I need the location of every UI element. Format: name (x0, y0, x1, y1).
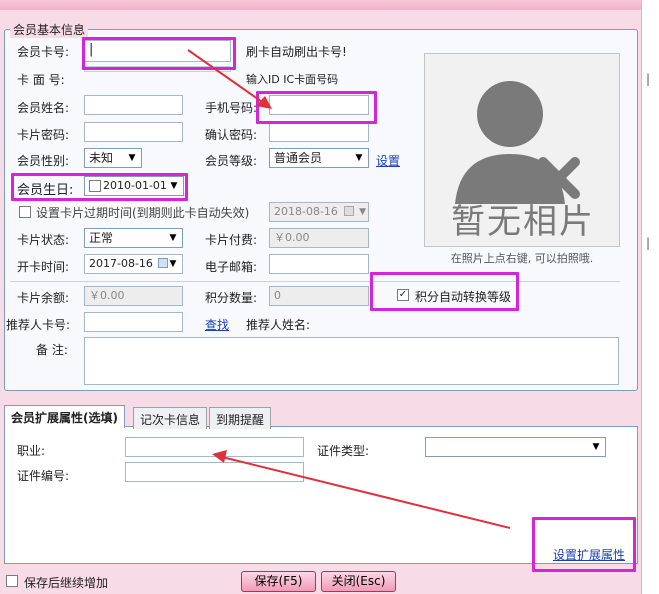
highlight-box (11, 173, 188, 201)
lookup-link[interactable]: 查找 (205, 316, 229, 333)
fee-label: 卡片付费: (205, 233, 258, 247)
highlight-box (82, 37, 236, 70)
continue-add-label: 保存后继续增加 (24, 576, 109, 590)
member-photo[interactable]: 暂无相片 (424, 53, 620, 247)
chevron-down-icon: ▼ (128, 153, 136, 163)
job-label: 职业: (17, 444, 46, 458)
job-input[interactable] (125, 437, 304, 457)
email-label: 电子邮箱: (205, 260, 258, 274)
referrer-name-label: 推荐人姓名: (246, 318, 311, 332)
edge-mark: | (646, 236, 651, 250)
chevron-down-icon: ▼ (169, 259, 177, 269)
password-input[interactable] (84, 122, 183, 142)
open-time-label: 开卡时间: (17, 260, 70, 274)
photo-placeholder-text: 暂无相片 (451, 202, 595, 242)
window-top-bar (0, 0, 659, 10)
expire-date-value: 2018-08-16 (274, 205, 338, 218)
continue-add-checkbox[interactable] (6, 575, 18, 587)
basic-info-legend: 会员基本信息 (10, 21, 89, 38)
chevron-down-icon: ▼ (359, 207, 366, 217)
card-face-hint: 输入ID IC卡面号码 (246, 73, 339, 86)
section-divider (10, 281, 620, 282)
status-value: 正常 (89, 231, 114, 245)
level-select[interactable]: 普通会员 ▼ (269, 148, 369, 168)
phone-label: 手机号码: (205, 101, 258, 115)
points-input[interactable]: 0 (269, 286, 369, 306)
open-time-value: 2017-08-16 (89, 257, 153, 270)
tab-count-card[interactable]: 记次卡信息 (133, 407, 208, 429)
balance-input[interactable]: ￥0.00 (84, 286, 183, 306)
balance-label: 卡片余额: (17, 291, 70, 305)
id-no-input[interactable] (125, 462, 304, 482)
chevron-down-icon: ▼ (355, 153, 363, 163)
gender-select[interactable]: 未知 ▼ (84, 148, 142, 168)
name-label: 会员姓名: (17, 101, 70, 115)
fee-input[interactable]: ￥0.00 (269, 228, 369, 248)
right-edge-strip: | | (641, 0, 659, 594)
id-type-select[interactable]: ▼ (425, 437, 606, 457)
card-no-label: 会员卡号: (17, 45, 70, 59)
expire-date-picker[interactable]: 2018-08-16 ▼ (269, 202, 369, 222)
chevron-down-icon: ▼ (169, 233, 177, 243)
referrer-no-label: 推荐人卡号: (6, 318, 71, 332)
close-button[interactable]: 关闭(Esc) (321, 571, 396, 592)
highlight-box (370, 272, 519, 311)
tab-ext-attributes[interactable]: 会员扩展属性(选填) (4, 405, 125, 428)
gender-label: 会员性别: (17, 154, 70, 168)
status-select[interactable]: 正常 ▼ (84, 228, 183, 248)
expire-check-label: 设置卡片过期时间(到期则此卡自动失效) (36, 206, 250, 220)
expire-checkbox[interactable] (19, 206, 31, 218)
referrer-no-input[interactable] (84, 312, 183, 332)
card-hint: 刷卡自动刷出卡号! (246, 45, 347, 59)
tab-expire-reminder[interactable]: 到期提醒 (209, 407, 272, 429)
calendar-icon (344, 206, 354, 216)
remark-label: 备 注: (36, 343, 68, 357)
card-face-label: 卡 面 号: (17, 73, 65, 87)
gender-value: 未知 (89, 151, 114, 165)
points-label: 积分数量: (205, 291, 258, 305)
chevron-down-icon: ▼ (592, 442, 600, 452)
open-time-picker[interactable]: 2017-08-16 ▼ (84, 254, 183, 274)
remark-textarea[interactable] (84, 337, 619, 385)
highlight-box (256, 91, 377, 124)
email-input[interactable] (269, 254, 369, 274)
level-label: 会员等级: (205, 154, 258, 168)
confirm-password-input[interactable] (269, 122, 369, 142)
level-value: 普通会员 (274, 151, 323, 165)
highlight-box (532, 517, 636, 572)
status-label: 卡片状态: (17, 233, 70, 247)
level-setting-link[interactable]: 设置 (376, 152, 400, 169)
edge-mark: | (646, 72, 651, 86)
name-input[interactable] (84, 95, 183, 115)
id-no-label: 证件编号: (17, 469, 70, 483)
password-label: 卡片密码: (17, 128, 70, 142)
save-button[interactable]: 保存(F5) (241, 571, 316, 592)
confirm-password-label: 确认密码: (205, 128, 258, 142)
id-type-label: 证件类型: (317, 444, 370, 458)
photo-caption: 在照片上点右键, 可以拍照哦. (450, 252, 594, 265)
